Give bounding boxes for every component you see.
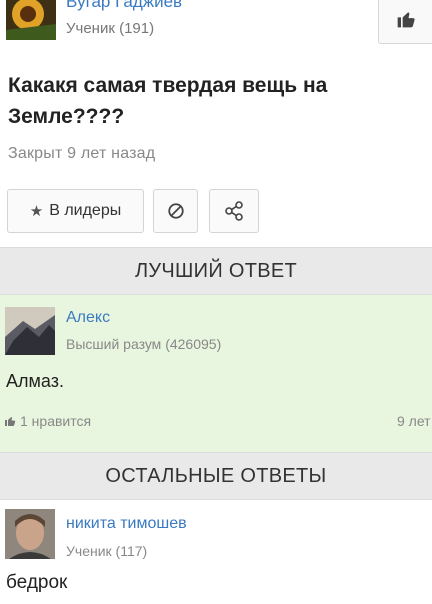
author-name[interactable]: Вугар Гаджиев xyxy=(66,0,182,12)
thumbs-up-icon xyxy=(397,12,415,28)
question-author: Вугар Гаджиев Ученик (191) xyxy=(0,0,432,56)
other-answers-header: ОСТАЛЬНЫЕ ОТВЕТЫ xyxy=(0,452,432,500)
share-icon xyxy=(225,201,243,221)
avatar-image xyxy=(5,307,55,355)
question-title: Какакя самая твердая вещь на Земле???? xyxy=(8,74,328,128)
best-answer: Алекс Высший разум (426095) Алмаз. 1 нра… xyxy=(0,295,432,452)
likes-count: 1 нравится xyxy=(20,413,92,429)
answer-text: бедрок xyxy=(6,572,68,593)
avatar[interactable] xyxy=(6,0,56,40)
like-button[interactable] xyxy=(378,0,432,44)
answer-author-name[interactable]: никита тимошев xyxy=(66,515,187,533)
thumbs-up-icon xyxy=(5,417,16,426)
block-icon xyxy=(167,203,184,219)
answer-author-rank: Высший разум (426095) xyxy=(66,336,222,352)
avatar[interactable] xyxy=(5,509,55,559)
to-leaders-label: В лидеры xyxy=(49,202,122,219)
best-answer-header: ЛУЧШИЙ ОТВЕТ xyxy=(0,247,432,295)
answer-time: 9 лет xyxy=(397,413,431,429)
best-answer-text: Алмаз. xyxy=(6,371,64,391)
answer-author-name[interactable]: Алекс xyxy=(66,309,110,327)
author-rank: Ученик (191) xyxy=(66,20,155,37)
question-status: Закрыт 9 лет назад xyxy=(8,145,156,162)
block-button[interactable] xyxy=(153,189,198,233)
avatar-image xyxy=(5,509,55,559)
answer-likes[interactable]: 1 нравится xyxy=(4,413,91,429)
answer-author-rank: Ученик (117) xyxy=(66,543,148,559)
avatar[interactable] xyxy=(5,307,55,355)
to-leaders-button[interactable]: ★ В лидеры xyxy=(7,189,144,233)
sunflower-image xyxy=(6,0,56,40)
share-button[interactable] xyxy=(209,189,259,233)
star-icon: ★ xyxy=(29,203,44,220)
